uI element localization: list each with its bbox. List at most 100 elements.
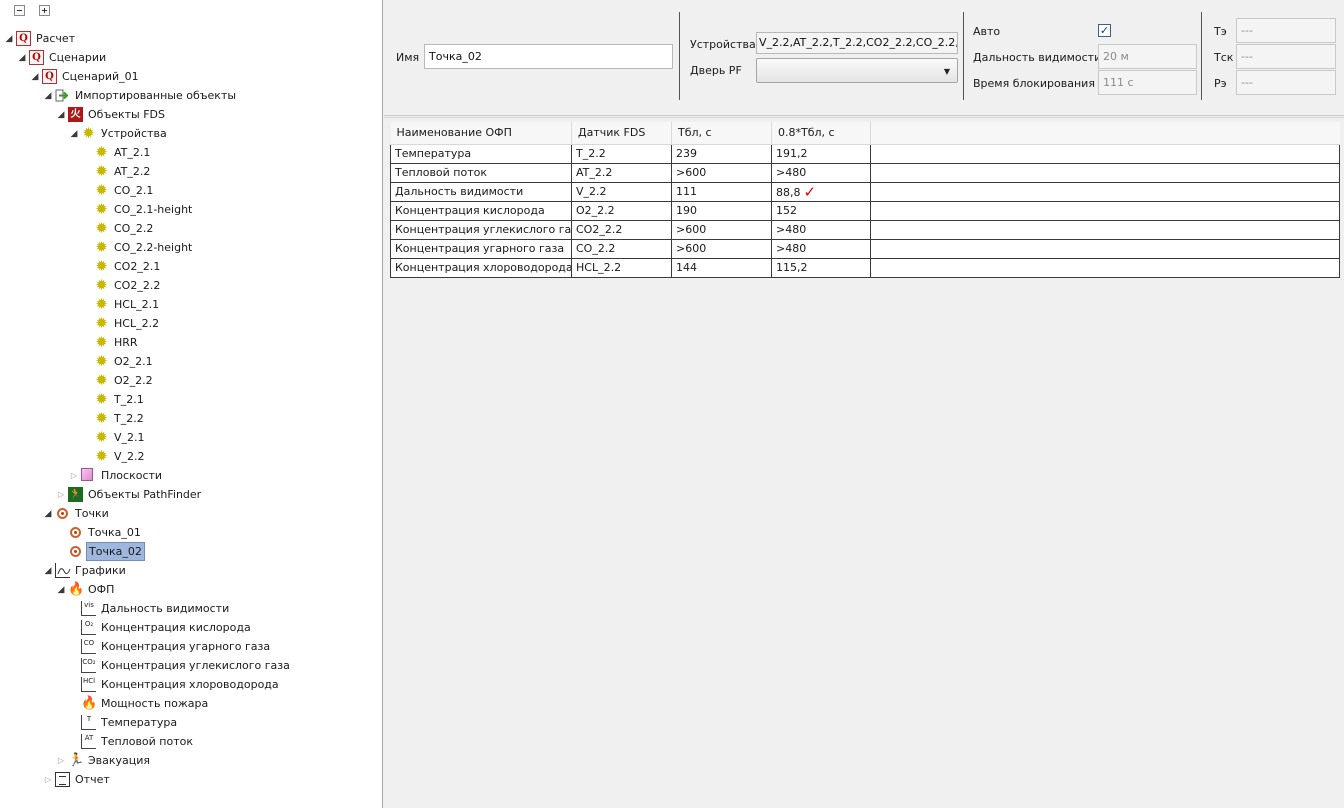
expanded-arrow-icon[interactable] (43, 561, 53, 581)
tree-node[interactable]: Точка_01 (0, 523, 382, 542)
tree-node[interactable]: AT Тепловой поток (0, 732, 382, 751)
tree-node[interactable]: HCl Концентрация хлороводорода (0, 675, 382, 694)
tree-node[interactable]: ✹ CO_2.1-height (0, 200, 382, 219)
cell-tbl[interactable]: >600 (671, 239, 772, 259)
block-time-input[interactable]: 111 с (1098, 70, 1197, 95)
cell-08tbl[interactable]: 88,8 ✓ (771, 182, 871, 202)
table-row[interactable]: Температура T_2.2 239 191,2 (390, 143, 1340, 164)
cell-sensor[interactable]: O2_2.2 (571, 201, 672, 221)
tree-node[interactable]: 🔥 Мощность пожара (0, 694, 382, 713)
cell-sensor[interactable]: CO_2.2 (571, 239, 672, 259)
cell-name[interactable]: Концентрация кислорода (390, 201, 572, 221)
tree-node[interactable]: ✹ Устройства (0, 124, 382, 144)
cell-name[interactable]: Концентрация углекислого газа (390, 220, 572, 240)
table-row[interactable]: Концентрация углекислого газа CO2_2.2 >600… (390, 220, 1340, 240)
tree-node[interactable]: ✹ CO2_2.2 (0, 276, 382, 295)
table-row[interactable]: Концентрация хлороводорода HCL_2.2 144 115,… (390, 258, 1340, 278)
cell-08tbl[interactable]: >480 (771, 239, 871, 259)
tree-node[interactable]: ✹ CO_2.1 (0, 181, 382, 200)
tree-node[interactable]: ✹ HCL_2.1 (0, 295, 382, 314)
auto-checkbox[interactable]: ✓ (1098, 24, 1111, 37)
column-header-sensor[interactable]: Датчик FDS (571, 122, 672, 145)
tree-node[interactable]: Точка_02 (0, 542, 382, 561)
cell-name[interactable]: Концентрация угарного газа (390, 239, 572, 259)
table-row[interactable]: Концентрация кислорода O2_2.2 190 152 (390, 201, 1340, 221)
expanded-arrow-icon[interactable] (69, 124, 79, 144)
table-row[interactable]: Концентрация угарного газа CO_2.2 >600 >480 (390, 239, 1340, 259)
tree-node[interactable]: ✹ O2_2.2 (0, 371, 382, 390)
column-header-08tbl[interactable]: 0.8*Tбл, с (771, 122, 871, 145)
tree-node[interactable]: ✹ O2_2.1 (0, 352, 382, 371)
tree-node[interactable]: Q Расчет (0, 29, 382, 49)
table-row[interactable]: Дальность видимости V_2.2 111 88,8 ✓ (390, 182, 1340, 202)
cell-tbl[interactable]: 190 (671, 201, 772, 221)
name-input[interactable]: Точка_02 (424, 44, 673, 69)
cell-tbl[interactable]: >600 (671, 163, 772, 183)
expanded-arrow-icon[interactable] (56, 105, 66, 125)
cell-08tbl[interactable]: 191,2 (771, 143, 871, 164)
cell-name[interactable]: Тепловой поток (390, 163, 572, 183)
te-input[interactable]: --- (1236, 18, 1336, 43)
cell-sensor[interactable]: CO2_2.2 (571, 220, 672, 240)
expanded-arrow-icon[interactable] (17, 48, 27, 68)
column-header-tbl[interactable]: Tбл, с (671, 122, 772, 145)
cell-name[interactable]: Концентрация хлороводорода (390, 258, 572, 278)
tree-node[interactable]: CO Концентрация угарного газа (0, 637, 382, 656)
tree-node[interactable]: ✹ AT_2.1 (0, 143, 382, 162)
cell-name[interactable]: Дальность видимости (390, 182, 572, 202)
cell-tbl[interactable]: 144 (671, 258, 772, 278)
tree-node[interactable]: ✹ AT_2.2 (0, 162, 382, 181)
tree-node[interactable]: O₂ Концентрация кислорода (0, 618, 382, 637)
expanded-arrow-icon[interactable] (56, 580, 66, 600)
tsk-input[interactable]: --- (1236, 44, 1336, 69)
cell-08tbl[interactable]: 115,2 (771, 258, 871, 278)
tree-node[interactable]: Q Сценарии (0, 48, 382, 68)
re-input[interactable]: --- (1236, 70, 1336, 95)
tree-node[interactable]: Отчет (0, 770, 382, 789)
cell-sensor[interactable]: HCL_2.2 (571, 258, 672, 278)
cell-sensor[interactable]: AT_2.2 (571, 163, 672, 183)
cell-name[interactable]: Температура (390, 143, 572, 164)
expanded-arrow-icon[interactable] (4, 29, 14, 49)
devices-field[interactable]: V_2.2,AT_2.2,T_2.2,CO2_2.2,CO_2.2,O2 (756, 32, 958, 54)
tree-node[interactable]: Импортированные объекты (0, 86, 382, 106)
collapse-all-button[interactable] (14, 5, 25, 16)
cell-sensor[interactable]: T_2.2 (571, 143, 672, 164)
cell-08tbl[interactable]: 152 (771, 201, 871, 221)
tree-node[interactable]: 🏃 Объекты PathFinder (0, 485, 382, 504)
expand-all-button[interactable] (38, 5, 50, 16)
expanded-arrow-icon[interactable] (43, 504, 53, 524)
expanded-arrow-icon[interactable] (30, 67, 40, 87)
tree-node[interactable]: ✹ CO_2.2 (0, 219, 382, 238)
collapsed-arrow-icon[interactable] (56, 485, 66, 504)
cell-tbl[interactable]: 239 (671, 143, 772, 164)
tree-node[interactable]: ✹ HRR (0, 333, 382, 352)
tree-node[interactable]: Графики (0, 561, 382, 581)
collapsed-arrow-icon[interactable] (43, 770, 53, 789)
tree-node[interactable]: 火 Объекты FDS (0, 105, 382, 125)
cell-tbl[interactable]: 111 (671, 182, 772, 202)
visibility-input[interactable]: 20 м (1098, 44, 1197, 69)
tree-node[interactable]: ✹ T_2.2 (0, 409, 382, 428)
cell-08tbl[interactable]: >480 (771, 163, 871, 183)
tree-node[interactable]: ✹ CO_2.2-height (0, 238, 382, 257)
tree-node[interactable]: CO₂ Концентрация углекислого газа (0, 656, 382, 675)
tree-node[interactable]: 🔥ОФП (0, 580, 382, 600)
cell-sensor[interactable]: V_2.2 (571, 182, 672, 202)
tree-node[interactable]: ✹ HCL_2.2 (0, 314, 382, 333)
door-pf-select[interactable]: ▼ (756, 58, 958, 83)
tree-node[interactable]: Q Сценарий_01 (0, 67, 382, 87)
tree-node[interactable]: ✹ CO2_2.1 (0, 257, 382, 276)
tree-node[interactable]: Точки (0, 504, 382, 524)
collapsed-arrow-icon[interactable] (56, 751, 66, 770)
expanded-arrow-icon[interactable] (43, 86, 53, 106)
tree-node[interactable]: ✹ V_2.2 (0, 447, 382, 466)
tree-node[interactable]: T Температура (0, 713, 382, 732)
tree-node[interactable]: ✹ T_2.1 (0, 390, 382, 409)
cell-tbl[interactable]: >600 (671, 220, 772, 240)
tree-node[interactable]: Плоскости (0, 466, 382, 485)
cell-08tbl[interactable]: >480 (771, 220, 871, 240)
tree-node[interactable]: 🏃Эвакуация (0, 751, 382, 770)
tree-node[interactable]: vis Дальность видимости (0, 599, 382, 618)
column-header-name[interactable]: Наименование ОФП (390, 122, 572, 145)
